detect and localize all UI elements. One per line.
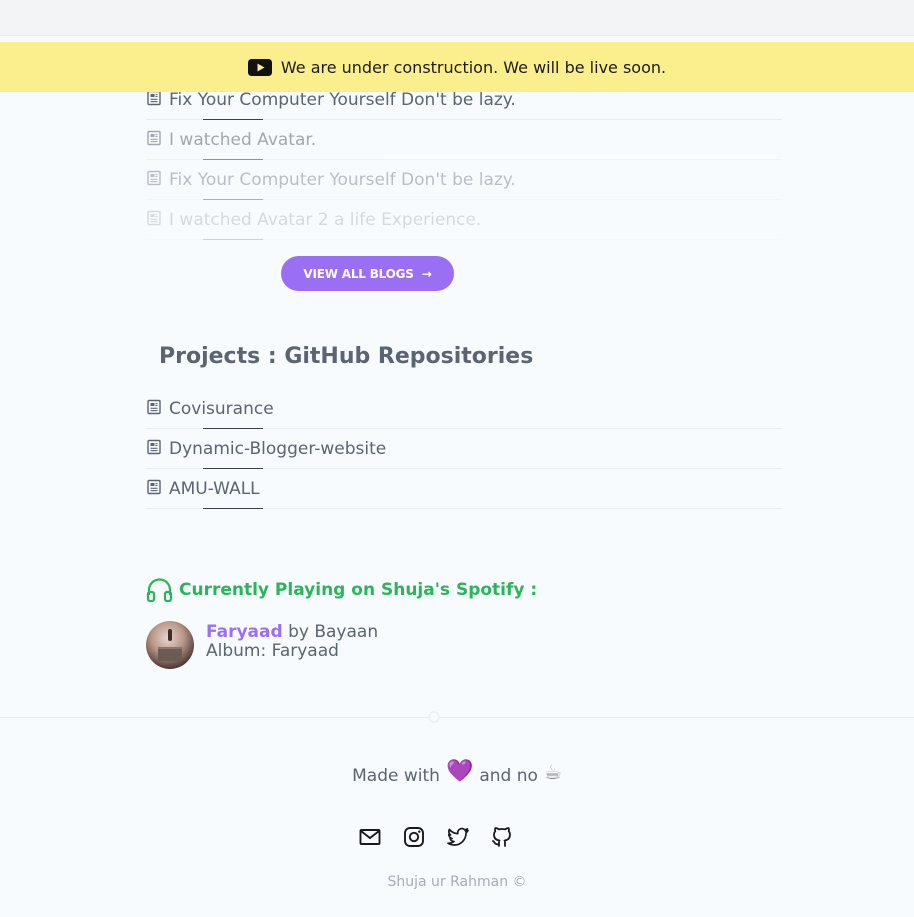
- blog-list-item[interactable]: I watched Avatar.: [146, 120, 782, 160]
- mail-icon[interactable]: [358, 825, 382, 849]
- blog-list-item[interactable]: Fix Your Computer Yourself Don't be lazy…: [146, 160, 782, 200]
- album-label: Album:: [206, 641, 267, 661]
- album-art: [146, 621, 194, 669]
- projects-title: Projects : GitHub Repositories: [159, 344, 534, 369]
- document-icon: [146, 90, 163, 107]
- blog-list: Fix Your Computer Yourself Don't be lazy…: [146, 80, 782, 240]
- document-icon: [146, 439, 163, 456]
- headphones-icon: [146, 577, 173, 603]
- project-name[interactable]: Covisurance: [169, 399, 274, 419]
- browser-top-bar: [0, 0, 914, 36]
- track-info: Faryaad by Bayaan Album: Faryaad: [206, 621, 378, 669]
- divider-dot: [428, 711, 440, 723]
- track-name[interactable]: Faryaad: [206, 622, 283, 642]
- social-links: [358, 825, 514, 849]
- project-list-item[interactable]: Dynamic-Blogger-website: [146, 429, 782, 469]
- projects-list: Covisurance Dynamic-Blogger-website AMU-…: [146, 389, 782, 509]
- github-icon[interactable]: [490, 825, 514, 849]
- document-icon: [146, 479, 163, 496]
- coffee-icon: ☕: [543, 760, 562, 784]
- purple-heart-icon: 💜: [445, 759, 474, 784]
- document-icon: [146, 130, 163, 147]
- blog-list-item[interactable]: I watched Avatar 2 a life Experience.: [146, 200, 782, 240]
- document-icon: [146, 399, 163, 416]
- view-all-blogs-button[interactable]: VIEW ALL BLOGS →: [281, 256, 454, 291]
- youtube-icon: [247, 58, 272, 76]
- blog-title[interactable]: Fix Your Computer Yourself Don't be lazy…: [169, 90, 516, 110]
- row-underline: [203, 508, 263, 509]
- blog-title[interactable]: I watched Avatar 2 a life Experience.: [169, 210, 481, 230]
- made-with-text: Made with: [352, 766, 440, 786]
- spotify-heading: Currently Playing on Shuja's Spotify :: [146, 577, 537, 603]
- project-list-item[interactable]: Covisurance: [146, 389, 782, 429]
- spotify-heading-text: Currently Playing on Shuja's Spotify :: [179, 580, 538, 600]
- project-name[interactable]: AMU-WALL: [169, 479, 260, 499]
- artist-name: Bayaan: [314, 622, 379, 642]
- construction-banner: We are under construction. We will be li…: [0, 42, 914, 92]
- document-icon: [146, 170, 163, 187]
- banner-text: We are under construction. We will be li…: [280, 57, 667, 77]
- made-with-line: Made with 💜 and no ☕: [0, 761, 914, 787]
- row-underline: [203, 239, 263, 240]
- copyright-text: Shuja ur Rahman ©: [387, 874, 527, 890]
- instagram-icon[interactable]: [402, 825, 426, 849]
- now-playing-track: Faryaad by Bayaan Album: Faryaad: [146, 621, 378, 669]
- album-name: Faryaad: [271, 641, 339, 661]
- blog-title[interactable]: I watched Avatar.: [169, 130, 316, 150]
- view-all-label: VIEW ALL BLOGS: [303, 266, 414, 281]
- twitter-icon[interactable]: [446, 825, 470, 849]
- footer-divider: [0, 717, 914, 718]
- by-label: by: [288, 622, 309, 642]
- project-list-item[interactable]: AMU-WALL: [146, 469, 782, 509]
- document-icon: [146, 210, 163, 227]
- arrow-right-icon: →: [421, 266, 432, 281]
- and-no-text: and no: [479, 766, 538, 786]
- project-name[interactable]: Dynamic-Blogger-website: [169, 439, 386, 459]
- blog-title[interactable]: Fix Your Computer Yourself Don't be lazy…: [169, 170, 516, 190]
